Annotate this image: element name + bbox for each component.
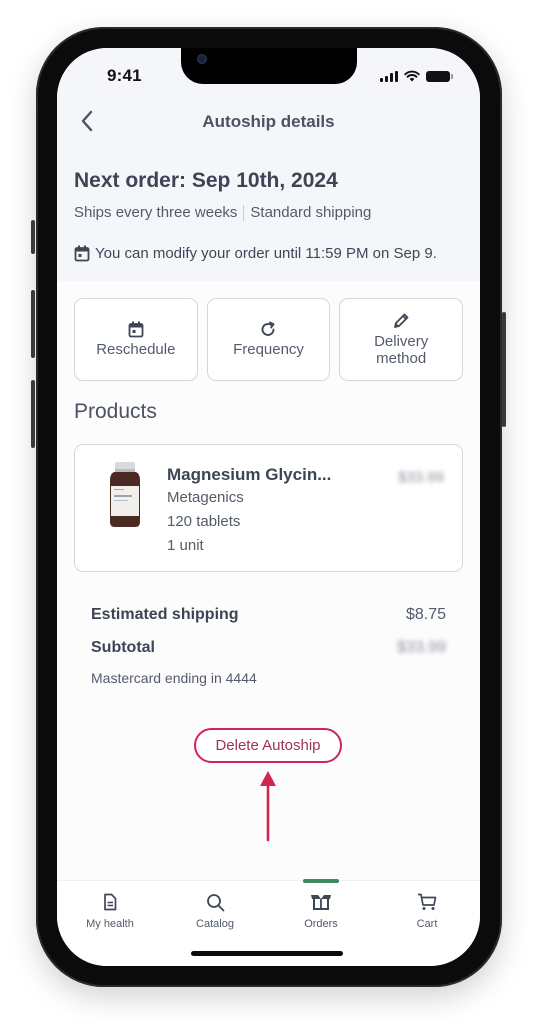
delete-autoship-button[interactable]: Delete Autoship (194, 728, 342, 763)
search-icon (206, 893, 224, 911)
home-indicator[interactable] (191, 951, 343, 956)
box-icon (311, 895, 331, 910)
pencil-icon (394, 313, 409, 328)
volume-up-button (31, 290, 35, 358)
next-order-date: Next order: Sep 10th, 2024 (74, 169, 338, 192)
nav-bar: Autoship details (57, 104, 480, 138)
notch (181, 48, 357, 84)
tab-label: Cart (416, 918, 438, 930)
modify-deadline-notice: You can modify your order until 11:59 PM… (74, 245, 437, 262)
active-tab-indicator (303, 879, 339, 883)
product-image (110, 462, 140, 527)
reschedule-button[interactable]: Reschedule (74, 298, 198, 381)
status-icons (380, 70, 453, 82)
tab-cart[interactable]: Cart (387, 881, 467, 941)
delivery-method-label: Delivery method (374, 333, 429, 367)
product-quantity: 1 unit (167, 537, 204, 554)
battery-icon (426, 70, 453, 82)
product-size: 120 tablets (167, 513, 241, 530)
frequency-button[interactable]: Frequency (206, 298, 331, 381)
cellular-signal-icon (380, 70, 398, 82)
tab-my-health[interactable]: My health (70, 881, 150, 941)
product-brand: Metagenics (167, 489, 244, 506)
product-card[interactable]: Magnesium Glycin... Metagenics 120 table… (74, 444, 463, 572)
frequency-label: Frequency (233, 341, 304, 358)
wifi-icon (404, 70, 420, 82)
product-name[interactable]: Magnesium Glycin... (167, 465, 331, 485)
divider (243, 204, 245, 221)
shipping-type: Standard shipping (250, 204, 372, 221)
tab-label: My health (86, 918, 134, 930)
payment-method: Mastercard ending in 4444 (91, 670, 257, 686)
delivery-method-button[interactable]: Delivery method (339, 298, 464, 381)
modify-deadline-text: You can modify your order until 11:59 PM… (95, 245, 437, 262)
power-button (502, 312, 506, 427)
tab-label: Orders (304, 918, 338, 930)
cart-icon (418, 893, 437, 910)
products-heading: Products (74, 400, 157, 423)
volume-down-button (31, 380, 35, 448)
subtotal-value: $33.99 (397, 639, 446, 656)
document-icon (104, 893, 117, 911)
product-price: $33.99 (398, 469, 444, 486)
status-time: 9:41 (107, 66, 142, 85)
calendar-icon (128, 321, 144, 338)
shipping-summary: Ships every three weeks Standard shippin… (74, 204, 371, 221)
shipping-frequency: Ships every three weeks (74, 204, 238, 221)
mute-switch (31, 220, 35, 254)
estimated-shipping-row: Estimated shipping $8.75 (91, 606, 446, 624)
estimated-shipping-value: $8.75 (405, 606, 446, 623)
page-title: Autoship details (202, 112, 335, 131)
annotation-arrow-icon (260, 771, 276, 842)
tab-orders[interactable]: Orders (281, 879, 361, 941)
estimated-shipping-label: Estimated shipping (91, 606, 239, 623)
subtotal-row: Subtotal $33.99 (91, 639, 446, 657)
phone-screen: 9:41 Autoship details Next order: Sep 10… (57, 48, 480, 966)
front-camera (197, 54, 207, 64)
tab-label: Catalog (196, 918, 234, 930)
refresh-icon (261, 321, 275, 336)
tab-catalog[interactable]: Catalog (175, 881, 255, 941)
calendar-icon (74, 245, 90, 262)
autoship-actions: Reschedule Frequency Delivery method (74, 298, 464, 381)
subtotal-label: Subtotal (91, 639, 155, 656)
reschedule-label: Reschedule (96, 341, 176, 358)
